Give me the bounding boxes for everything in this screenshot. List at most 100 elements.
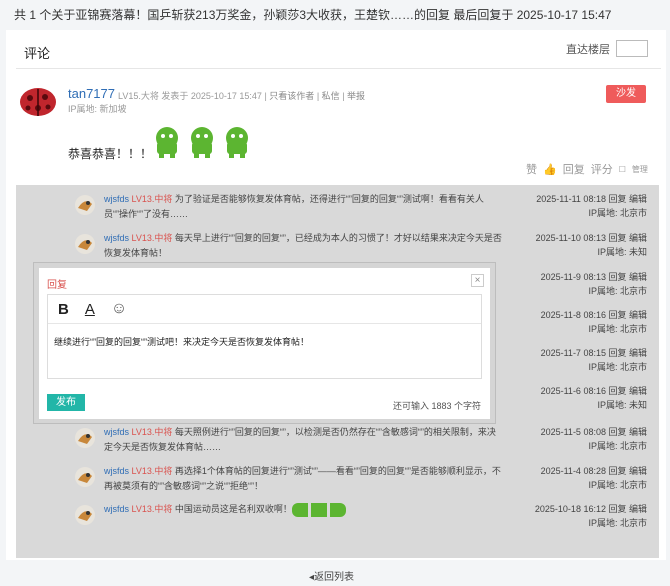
reply-ops[interactable]: 回复 编辑 bbox=[608, 427, 647, 437]
post-emojis bbox=[151, 124, 253, 158]
reply-avatar[interactable] bbox=[74, 233, 96, 255]
editor-toolbar: B A ☺ bbox=[48, 295, 481, 324]
reply-ip: IP属地: 北京市 bbox=[588, 518, 647, 528]
reply-date: 2025-11-8 08:16 bbox=[540, 310, 606, 320]
android-emoji-icon bbox=[291, 502, 346, 517]
reply-level: LV13.中将 bbox=[131, 427, 173, 437]
reply-text: wjsfds LV13.中将 每天照例进行“”回复的回复“”，以检测是否仍然存在… bbox=[104, 425, 504, 455]
publish-button[interactable]: 发布 bbox=[47, 394, 85, 411]
floor-input[interactable] bbox=[616, 40, 648, 57]
post-content: 恭喜恭喜！！！ bbox=[68, 147, 153, 161]
post-actions: 赞 👍 回复 评分 ☐ 管理 bbox=[526, 161, 648, 177]
reply-avatar[interactable] bbox=[74, 466, 96, 488]
jump-to-floor: 直达楼层 bbox=[566, 40, 648, 57]
reply-date: 2025-11-4 08:28 bbox=[540, 466, 606, 476]
reply-text: wjsfds LV13.中将 再选择1个体育帖的回复进行“”测试“”——看看“”… bbox=[104, 464, 504, 494]
reply-ip: IP属地: 北京市 bbox=[588, 362, 647, 372]
bold-button[interactable]: B bbox=[58, 301, 69, 318]
reply-ip: IP属地: 北京市 bbox=[588, 208, 647, 218]
reply-avatar[interactable] bbox=[74, 504, 96, 526]
reply-editor[interactable]: B A ☺ 继续进行“”回复的回复“”测试吧！来决定今天是否恢复发体育帖！ bbox=[47, 294, 482, 379]
reply-date: 2025-11-9 08:13 bbox=[540, 272, 606, 282]
reply-ip: IP属地: 未知 bbox=[597, 400, 647, 410]
reply-meta: 2025-11-9 08:13 回复 编辑 IP属地: 北京市 bbox=[507, 270, 647, 298]
reply-level: LV13.中将 bbox=[131, 466, 173, 476]
thread-summary-bar: 共 1 个关于亚锦赛落幕！国乒斩获213万奖金，孙颖莎3大收获，王楚钦……的回复… bbox=[0, 0, 670, 26]
dialog-title: 回复 bbox=[47, 280, 67, 291]
reply-text: wjsfds LV13.中将 每天早上进行“”回复的回复“”，已经成为本人的习惯… bbox=[104, 231, 504, 261]
reply-item: wjsfds LV13.中将 中国运动员这是名利双收啊！ 2025-10-18 1… bbox=[16, 500, 659, 536]
reply-button[interactable]: 回复 bbox=[563, 161, 585, 177]
reply-item: wjsfds LV13.中将 每天早上进行“”回复的回复“”，已经成为本人的习惯… bbox=[16, 229, 659, 265]
reply-ops[interactable]: 回复 编辑 bbox=[608, 194, 647, 204]
reply-level: LV13.中将 bbox=[131, 194, 173, 204]
reply-item: wjsfds LV13.中将 每天照例进行“”回复的回复“”，以检测是否仍然存在… bbox=[16, 423, 659, 459]
reply-ip: IP属地: 未知 bbox=[597, 247, 647, 257]
reply-ops[interactable]: 回复 编辑 bbox=[608, 348, 647, 358]
post-username[interactable]: tan7177 bbox=[68, 86, 115, 101]
reply-meta: 2025-11-6 08:16 回复 编辑 IP属地: 未知 bbox=[507, 384, 647, 412]
char-counter: 还可输入 1883 个字符 bbox=[392, 401, 481, 411]
reply-dialog: 回复 × B A ☺ 继续进行“”回复的回复“”测试吧！来决定今天是否恢复发体育… bbox=[39, 268, 490, 419]
android-emoji-icon bbox=[191, 127, 213, 158]
reply-avatar[interactable] bbox=[74, 427, 96, 449]
thumb-icon[interactable]: 👍 bbox=[543, 163, 557, 176]
font-color-button[interactable]: A bbox=[85, 301, 95, 318]
reply-date: 2025-11-5 08:08 bbox=[540, 427, 606, 437]
reply-text: wjsfds LV13.中将 为了验证是否能够恢复发体育帖，还得进行“”回复的回… bbox=[104, 192, 504, 222]
reply-ip: IP属地: 北京市 bbox=[588, 480, 647, 490]
reply-date: 2025-11-7 08:15 bbox=[540, 348, 606, 358]
reply-item: wjsfds LV13.中将 为了验证是否能够恢复发体育帖，还得进行“”回复的回… bbox=[16, 190, 659, 226]
reply-ip: IP属地: 北京市 bbox=[588, 441, 647, 451]
reply-username[interactable]: wjsfds bbox=[104, 427, 129, 437]
reply-meta: 2025-11-10 08:13 回复 编辑 IP属地: 未知 bbox=[507, 231, 647, 259]
reply-ops[interactable]: 回复 编辑 bbox=[608, 386, 647, 396]
reply-username[interactable]: wjsfds bbox=[104, 194, 129, 204]
user-level: LV15.大将 bbox=[118, 91, 159, 101]
reply-username[interactable]: wjsfds bbox=[104, 466, 129, 476]
reply-date: 2025-11-10 08:13 bbox=[535, 233, 606, 243]
reply-ops[interactable]: 回复 编辑 bbox=[608, 466, 647, 476]
back-to-list-link[interactable]: ◂返回列表 bbox=[309, 568, 354, 583]
editor-text[interactable]: 继续进行“”回复的回复“”测试吧！来决定今天是否恢复发体育帖！ bbox=[48, 324, 481, 359]
reply-ops[interactable]: 回复 编辑 bbox=[608, 233, 647, 243]
reply-ip: IP属地: 北京市 bbox=[588, 324, 647, 334]
emoji-icon[interactable]: ☺ bbox=[111, 300, 127, 318]
reply-dialog-overlay: 回复 × B A ☺ 继续进行“”回复的回复“”测试吧！来决定今天是否恢复发体育… bbox=[33, 262, 496, 424]
reply-ip: IP属地: 北京市 bbox=[588, 286, 647, 296]
reply-avatar[interactable] bbox=[74, 194, 96, 216]
reply-meta: 2025-11-11 08:18 回复 编辑 IP属地: 北京市 bbox=[507, 192, 647, 220]
reply-item: wjsfds LV13.中将 再选择1个体育帖的回复进行“”测试“”——看看“”… bbox=[16, 462, 659, 498]
jump-label: 直达楼层 bbox=[566, 43, 610, 56]
reply-username[interactable]: wjsfds bbox=[104, 504, 129, 514]
manage-checkbox[interactable]: ☐ bbox=[619, 165, 626, 174]
reply-ops[interactable]: 回复 编辑 bbox=[608, 504, 647, 514]
sofa-badge: 沙发 bbox=[606, 85, 646, 103]
user-avatar[interactable] bbox=[18, 82, 58, 118]
report-link[interactable]: 举报 bbox=[347, 91, 365, 101]
reply-meta: 2025-11-5 08:08 回复 编辑 IP属地: 北京市 bbox=[507, 425, 647, 453]
reply-meta: 2025-10-18 16:12 回复 编辑 IP属地: 北京市 bbox=[507, 502, 647, 530]
post-meta: LV15.大将 发表于 2025-10-17 15:47 | 只看该作者 | 私… bbox=[118, 91, 366, 101]
manage-label: 管理 bbox=[631, 164, 648, 174]
reply-date: 2025-11-6 08:16 bbox=[540, 386, 606, 396]
reply-level: LV13.中将 bbox=[131, 233, 173, 243]
reply-date: 2025-10-18 16:12 bbox=[534, 504, 606, 514]
close-icon[interactable]: × bbox=[471, 274, 484, 287]
android-emoji-icon bbox=[226, 127, 248, 158]
reply-ops[interactable]: 回复 编辑 bbox=[608, 272, 647, 282]
reply-content: 中国运动员这是名利双收啊！ bbox=[174, 504, 292, 514]
reply-meta: 2025-11-7 08:15 回复 编辑 IP属地: 北京市 bbox=[507, 346, 647, 374]
reply-username[interactable]: wjsfds bbox=[104, 233, 129, 243]
reply-meta: 2025-11-8 08:16 回复 编辑 IP属地: 北京市 bbox=[507, 308, 647, 336]
android-emoji-icon bbox=[156, 127, 178, 158]
rate-button[interactable]: 评分 bbox=[591, 161, 613, 177]
reply-date: 2025-11-11 08:18 bbox=[536, 194, 606, 204]
reply-ops[interactable]: 回复 编辑 bbox=[608, 310, 647, 320]
divider bbox=[16, 68, 661, 69]
only-author-link[interactable]: 只看该作者 bbox=[269, 91, 314, 101]
message-link[interactable]: 私信 bbox=[322, 91, 340, 101]
like-button[interactable]: 赞 bbox=[526, 161, 537, 177]
post-time: 发表于 2025-10-17 15:47 bbox=[161, 91, 262, 101]
reply-meta: 2025-11-4 08:28 回复 编辑 IP属地: 北京市 bbox=[507, 464, 647, 492]
